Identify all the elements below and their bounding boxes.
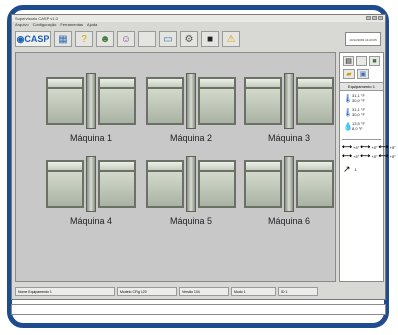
toolbar: ◉ CASP ▦ ? ☻ ☺ ▭ ⚙ ■ ⚠ [15, 29, 270, 49]
machines-canvas: Máquina 1 Máquina 2 Máquina 3 Máquina 4 … [15, 52, 336, 282]
machine-label: Máquina 6 [267, 216, 311, 226]
damper-cell: ⟷ +5° [378, 153, 396, 160]
side-icons: ▤ ■ [340, 53, 383, 69]
help-icon[interactable]: ? [75, 31, 93, 47]
app-window: Supervisorio CASP v1.0 Arquivo Configura… [11, 14, 396, 300]
menu-config[interactable]: Configuração [33, 22, 57, 27]
damper-cell: ⟷ +5° [342, 153, 360, 160]
status-bar: Nome Equipamento 1 Modelo CFig 120 Versã… [15, 287, 384, 296]
status-mode: Modo 1 [231, 287, 276, 296]
machine-label: Máquina 2 [169, 133, 213, 143]
close-button[interactable] [378, 16, 383, 20]
users-icon[interactable]: ☻ [96, 31, 114, 47]
machine-label: Máquina 3 [267, 133, 311, 143]
damper-cell: ⟷ +5° [342, 144, 360, 151]
machine-6[interactable]: Máquina 6 [244, 156, 334, 226]
people-icon[interactable]: ☺ [117, 31, 135, 47]
machine-cabinet [244, 73, 334, 129]
monitor-icon[interactable]: ▭ [159, 31, 177, 47]
warning-icon[interactable]: ⚠ [222, 31, 240, 47]
equipment-title: Equipamento 1 [340, 82, 383, 91]
menu-bar: Arquivo Configuração Ferramentas Ajuda [12, 22, 385, 27]
curved-arrow-icon: ↗ [343, 164, 351, 174]
display-icon[interactable]: ■ [201, 31, 219, 47]
settings-icon[interactable]: ⚙ [180, 31, 198, 47]
blank-icon[interactable] [138, 31, 156, 47]
machine-3[interactable]: Máquina 3 [244, 73, 334, 143]
sensor-row: 💧 13,5 °F 8,0 °F [343, 121, 365, 131]
machine-cabinet [46, 156, 136, 212]
casp-logo[interactable]: ◉ CASP [15, 31, 51, 47]
home-icon[interactable]: ▦ [54, 31, 72, 47]
side-icons-2: ▰ ▣ [340, 69, 383, 82]
save-icon[interactable]: ▣ [357, 69, 369, 79]
sensor-row: 🌡 31,1 °F 30,0 °F [343, 107, 365, 117]
datetime-display: 10/12/2009 14:23:05 [345, 32, 381, 46]
machine-cabinet [244, 156, 334, 212]
menu-file[interactable]: Arquivo [15, 22, 29, 27]
maximize-button[interactable] [372, 16, 377, 20]
status-model: Modelo CFig 120 [117, 287, 177, 296]
machine-cabinet [146, 73, 236, 129]
damper-cell: ⟷ +5° [378, 144, 396, 151]
title-bar: Supervisorio CASP v1.0 [12, 15, 385, 22]
flow-value: 1 [354, 167, 357, 172]
status-version: Versão 104 [179, 287, 229, 296]
machine-4[interactable]: Máquina 4 [46, 156, 136, 226]
thermometer-icon: 🌡 [343, 107, 354, 117]
window-title: Supervisorio CASP v1.0 [15, 16, 58, 21]
blank-view-icon[interactable] [356, 56, 367, 66]
menu-tools[interactable]: Ferramentas [60, 22, 83, 27]
machine-cabinet [146, 156, 236, 212]
status-equipment: Nome Equipamento 1 [15, 287, 115, 296]
folder-icon[interactable]: ▰ [343, 69, 355, 79]
sensor-row: 🌡 31,1 °F 30,0 °F [343, 93, 365, 103]
thermometer-icon: 🌡 [343, 93, 354, 103]
window-controls [366, 16, 383, 20]
damper-cell: ⟷ +5° [360, 144, 378, 151]
side-panel: ▤ ■ ▰ ▣ Equipamento 1 🌡 31,1 °F 30,0 °F 🌡… [339, 52, 396, 282]
minimize-button[interactable] [366, 16, 371, 20]
drop-icon: 💧 [343, 121, 353, 131]
machine-label: Máquina 4 [69, 216, 113, 226]
damper-grid: ⟷ +5° ⟷ +5° ⟷ +5° ⟷ +5° ⟷ +5° ⟷ +5° [342, 139, 396, 160]
damper-cell: ⟷ +5° [360, 153, 378, 160]
machine-5[interactable]: Máquina 5 [146, 156, 236, 226]
bottom-bar [11, 304, 386, 315]
grid-view-icon[interactable]: ▤ [343, 56, 354, 66]
machine-2[interactable]: Máquina 2 [146, 73, 236, 143]
machine-cabinet [46, 73, 136, 129]
machine-label: Máquina 5 [169, 216, 213, 226]
flow-row: ↗ 1 [340, 160, 383, 179]
machine-1[interactable]: Máquina 1 [46, 73, 136, 143]
machine-label: Máquina 1 [69, 133, 113, 143]
green-view-icon[interactable]: ■ [369, 56, 380, 66]
menu-help[interactable]: Ajuda [87, 22, 97, 27]
status-id: ID 1 [278, 287, 318, 296]
